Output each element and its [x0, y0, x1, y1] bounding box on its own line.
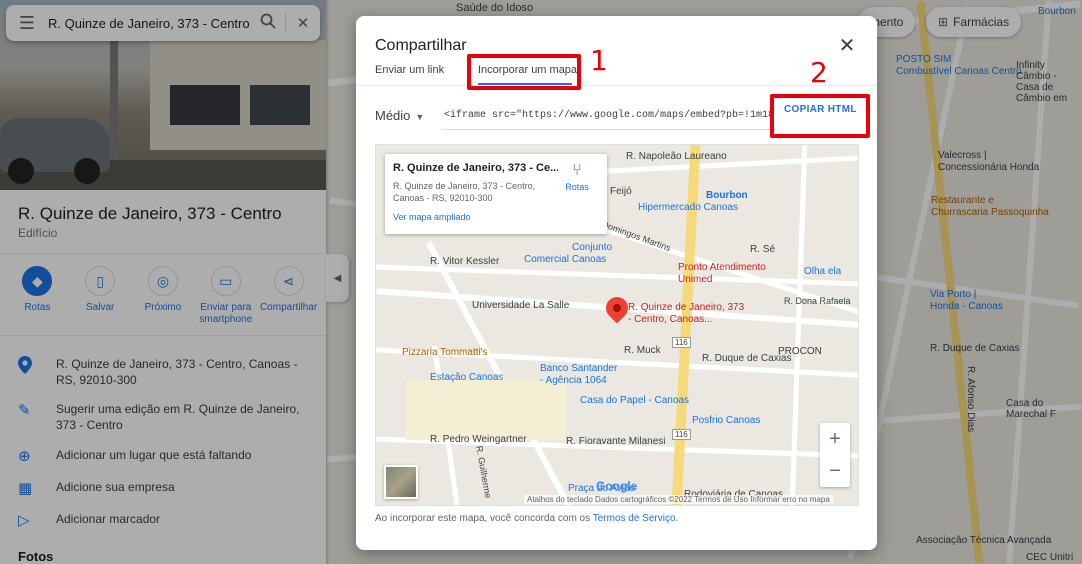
embed-map-preview[interactable]: R. Napoleão Laureano Feijó Bourbon Hiper…	[375, 144, 859, 506]
map-label: Olha ela	[804, 266, 842, 277]
map-label: R. Vitor Kessler	[430, 256, 500, 267]
terms-note: Ao incorporar este mapa, você concorda c…	[375, 513, 678, 524]
map-label: Bourbon	[706, 190, 748, 201]
map-attribution[interactable]: Atalhos do teclado Dados cartográficos ©…	[524, 495, 833, 504]
map-label: R. Napoleão Laureano	[626, 151, 727, 162]
close-icon[interactable]: ✕	[835, 34, 859, 58]
map-label: Pronto Atendimento	[678, 262, 766, 273]
tab-send-link[interactable]: Enviar um link	[375, 64, 444, 76]
map-label: R. Dona Rafaela	[784, 296, 851, 306]
annotation-box-1	[467, 54, 581, 90]
annotation-number-2: 2	[810, 56, 828, 89]
annotation-box-2	[770, 94, 870, 138]
map-label: Posfrio Canoas	[692, 415, 761, 426]
map-label: R. Muck	[624, 345, 661, 356]
map-label: R. Fioravante Milanesi	[566, 436, 666, 447]
map-label: 116	[672, 429, 691, 440]
map-label: Unimed	[678, 274, 713, 285]
size-select[interactable]: Médio ▼	[375, 108, 424, 123]
map-label: Conjunto	[572, 242, 613, 253]
zoom-out-button[interactable]: −	[820, 455, 850, 487]
map-label: R. Sé	[750, 244, 776, 255]
satellite-layer-toggle[interactable]	[384, 465, 418, 499]
divider	[356, 85, 877, 86]
view-larger-map-link[interactable]: Ver mapa ampliado	[393, 212, 599, 222]
card-address: R. Quinze de Janeiro, 373 - Centro, Cano…	[393, 181, 536, 203]
map-label: Universidade La Salle	[472, 300, 570, 311]
map-label: Casa do Papel - Canoas	[580, 395, 689, 406]
terms-of-service-link[interactable]: Termos de Serviço	[593, 513, 676, 524]
directions-button[interactable]: ⑂ Rotas	[559, 162, 595, 192]
map-label: 116	[672, 337, 691, 348]
size-select-value: Médio	[375, 108, 411, 123]
map-label: Comercial Canoas	[524, 254, 607, 265]
zoom-in-button[interactable]: +	[820, 423, 850, 455]
card-title: R. Quinze de Janeiro, 373 - Ce...	[393, 162, 558, 174]
directions-icon: ⑂	[572, 162, 582, 179]
map-label: Pizzaria Tommatti's	[402, 347, 488, 358]
google-logo: Google	[596, 479, 638, 493]
annotation-number-1: 1	[590, 44, 608, 77]
terms-prefix: Ao incorporar este mapa, você concorda c…	[375, 513, 593, 524]
map-label: PROCON	[778, 346, 822, 357]
map-label: Hipermercado Canoas	[638, 202, 739, 213]
pin-label: R. Quinze de Janeiro, 373 - Centro, Cano…	[628, 302, 745, 325]
map-label: - Agência 1064	[540, 375, 607, 386]
zoom-controls: + −	[820, 423, 850, 487]
map-label: Estação Canoas	[430, 372, 504, 383]
map-label: R. Guilherme	[474, 445, 494, 499]
place-info-card: R. Quinze de Janeiro, 373 - Ce... R. Qui…	[385, 154, 607, 234]
caret-down-icon: ▼	[415, 112, 425, 122]
dialog-title: Compartilhar	[375, 37, 467, 54]
map-label: R. Pedro Weingartner	[430, 434, 527, 445]
directions-label: Rotas	[565, 182, 589, 192]
embed-code-field[interactable]: <iframe src="https://www.google.com/maps…	[442, 102, 776, 130]
map-label: Feijó	[610, 186, 632, 197]
terms-suffix: .	[675, 513, 679, 524]
map-label: Banco Santander	[540, 363, 618, 374]
